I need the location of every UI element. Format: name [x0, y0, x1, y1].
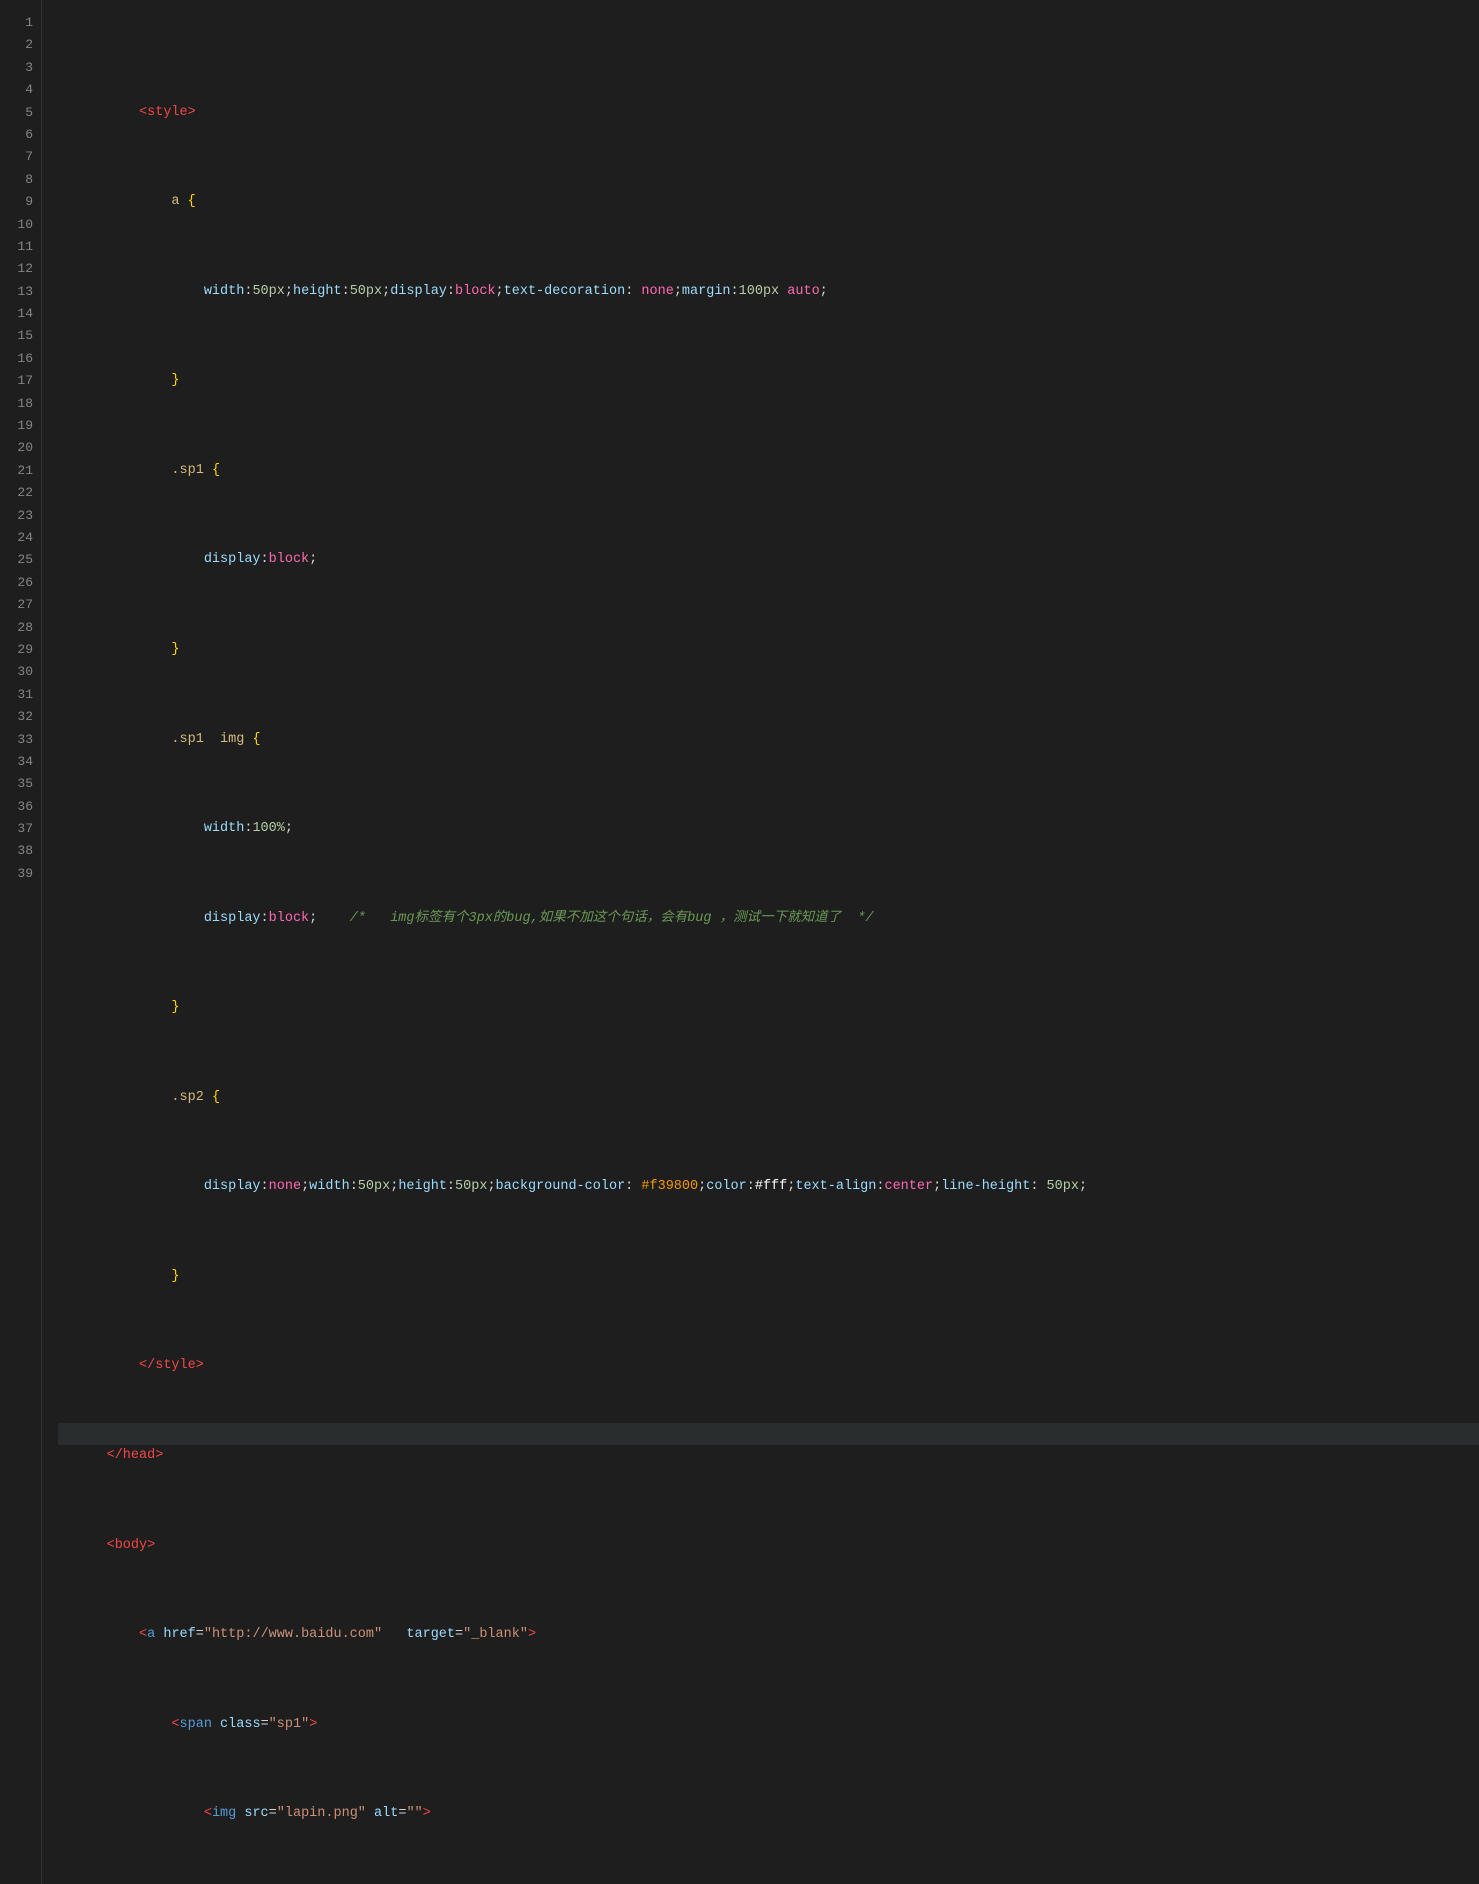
code-line-7: } [58, 617, 1479, 639]
code-line-12: .sp2 { [58, 1064, 1479, 1086]
code-editor: 1 2 3 4 5 6 7 8 9 10 11 12 13 14 15 16 1… [0, 0, 1479, 1884]
code-line-16: </head> [58, 1423, 1479, 1445]
code-line-17: <body> [58, 1512, 1479, 1534]
code-line-5: .sp1 { [58, 437, 1479, 459]
code-line-4: } [58, 348, 1479, 370]
code-line-13: display:none;width:50px;height:50px;back… [58, 1154, 1479, 1176]
code-line-21: </span> [58, 1870, 1479, 1884]
code-line-11: } [58, 975, 1479, 997]
code-line-20: <img src="lapin.png" alt=""> [58, 1781, 1479, 1803]
code-line-10: display:block; /* img标签有个3px的bug,如果不加这个句… [58, 885, 1479, 907]
code-line-9: width:100%; [58, 796, 1479, 818]
line-numbers: 1 2 3 4 5 6 7 8 9 10 11 12 13 14 15 16 1… [0, 0, 42, 1884]
code-line-3: width:50px;height:50px;display:block;tex… [58, 258, 1479, 280]
code-line-15: </style> [58, 1333, 1479, 1355]
code-line-1: <style> [58, 79, 1479, 101]
code-line-6: display:block; [58, 527, 1479, 549]
code-area[interactable]: <style> a { width:50px;height:50px;displ… [42, 0, 1479, 1884]
code-line-18: <a href="http://www.baidu.com" target="_… [58, 1602, 1479, 1624]
code-line-2: a { [58, 169, 1479, 191]
code-line-14: } [58, 1243, 1479, 1265]
code-line-19: <span class="sp1"> [58, 1691, 1479, 1713]
code-line-8: .sp1 img { [58, 706, 1479, 728]
